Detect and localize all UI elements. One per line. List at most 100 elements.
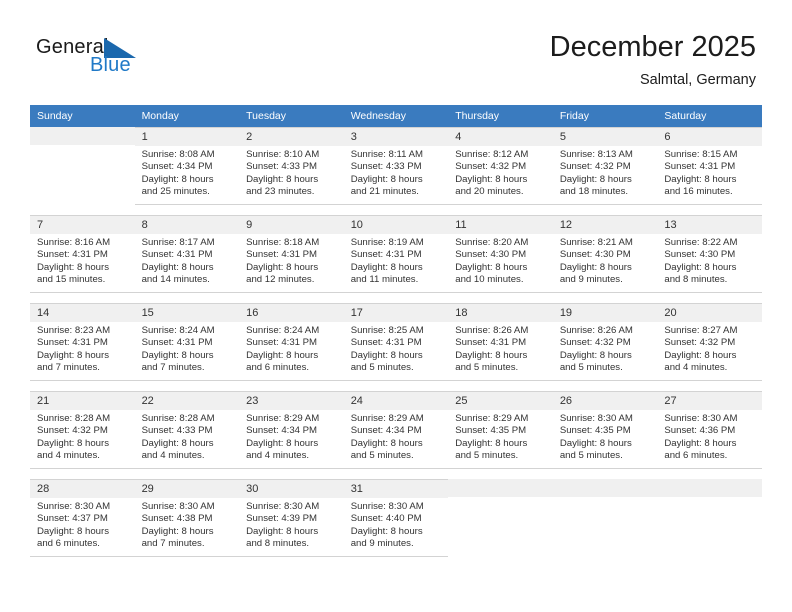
calendar-day-cell[interactable]: 16 Sunrise: 8:24 AM Sunset: 4:31 PM Dayligh… xyxy=(239,303,344,381)
calendar-empty-cell xyxy=(552,479,658,557)
calendar-day-cell[interactable]: 4 Sunrise: 8:12 AM Sunset: 4:32 PM Daylight… xyxy=(448,127,553,205)
calendar-day-cell[interactable]: 14 Sunrise: 8:23 AM Sunset: 4:31 PM Dayligh… xyxy=(30,303,135,381)
day-number: 15 xyxy=(134,304,240,322)
calendar-day-cell[interactable]: 5 Sunrise: 8:13 AM Sunset: 4:32 PM Daylight… xyxy=(552,127,658,205)
day-number: 9 xyxy=(239,216,344,234)
calendar-day-cell[interactable]: 19 Sunrise: 8:26 AM Sunset: 4:32 PM Dayligh… xyxy=(552,303,658,381)
day-details: Sunrise: 8:13 AM Sunset: 4:32 PM Daylight:… xyxy=(553,146,658,199)
day-number xyxy=(30,127,135,145)
day-number: 8 xyxy=(134,216,240,234)
sunset-text: Sunset: 4:33 PM xyxy=(141,425,213,437)
calendar-day-cell[interactable]: 29 Sunrise: 8:30 AM Sunset: 4:38 PM Dayligh… xyxy=(134,479,240,557)
sunrise-text: Sunrise: 8:10 AM xyxy=(246,149,320,160)
daylight-text: Daylight: 8 hours xyxy=(455,261,528,273)
sunset-text: Sunset: 4:31 PM xyxy=(246,249,318,261)
day-details: Sunrise: 8:30 AM Sunset: 4:39 PM Daylight:… xyxy=(239,498,344,551)
sunset-text: Sunset: 4:40 PM xyxy=(350,513,422,525)
calendar-day-cell[interactable]: 28 Sunrise: 8:30 AM Sunset: 4:37 PM Dayligh… xyxy=(30,479,135,557)
daylight-text-cont: and 5 minutes. xyxy=(455,362,519,374)
calendar-empty-cell xyxy=(448,479,553,557)
sunrise-text: Sunrise: 8:29 AM xyxy=(246,413,320,424)
sunrise-text: Sunrise: 8:15 AM xyxy=(664,149,738,160)
calendar-day-cell[interactable]: 17 Sunrise: 8:25 AM Sunset: 4:31 PM Dayligh… xyxy=(343,303,449,381)
sunset-text: Sunset: 4:30 PM xyxy=(664,249,736,261)
day-number: 31 xyxy=(343,480,449,498)
week-spacer-cell xyxy=(30,469,762,479)
sunrise-text: Sunrise: 8:28 AM xyxy=(141,413,215,424)
calendar-day-cell[interactable]: 13 Sunrise: 8:22 AM Sunset: 4:30 PM Dayligh… xyxy=(657,215,762,293)
week-spacer xyxy=(30,381,762,391)
calendar-day-cell[interactable]: 25 Sunrise: 8:29 AM Sunset: 4:35 PM Dayligh… xyxy=(448,391,553,469)
calendar-day-cell[interactable]: 26 Sunrise: 8:30 AM Sunset: 4:35 PM Dayligh… xyxy=(552,391,658,469)
sunrise-text: Sunrise: 8:24 AM xyxy=(141,325,215,336)
day-number: 25 xyxy=(448,392,553,410)
day-details: Sunrise: 8:30 AM Sunset: 4:35 PM Daylight:… xyxy=(553,410,658,463)
daylight-text: Daylight: 8 hours xyxy=(664,173,737,185)
calendar-week-row: 1 Sunrise: 8:08 AM Sunset: 4:34 PM Daylight… xyxy=(30,127,762,205)
day-number: 12 xyxy=(552,216,658,234)
day-details: Sunrise: 8:26 AM Sunset: 4:31 PM Daylight:… xyxy=(448,322,553,375)
calendar-empty-cell xyxy=(657,479,762,557)
day-number: 16 xyxy=(239,304,344,322)
weekday-header-monday: Monday xyxy=(134,105,240,127)
calendar-day-cell[interactable]: 24 Sunrise: 8:29 AM Sunset: 4:34 PM Dayligh… xyxy=(343,391,449,469)
week-spacer xyxy=(30,293,762,303)
calendar-day-cell[interactable]: 15 Sunrise: 8:24 AM Sunset: 4:31 PM Dayligh… xyxy=(134,303,240,381)
calendar-day-cell[interactable]: 21 Sunrise: 8:28 AM Sunset: 4:32 PM Dayligh… xyxy=(30,391,135,469)
calendar-day-cell[interactable]: 11 Sunrise: 8:20 AM Sunset: 4:30 PM Dayligh… xyxy=(448,215,553,293)
calendar-day-cell[interactable]: 1 Sunrise: 8:08 AM Sunset: 4:34 PM Daylight… xyxy=(134,127,240,205)
calendar-body: 1 Sunrise: 8:08 AM Sunset: 4:34 PM Daylight… xyxy=(30,127,762,557)
sunrise-text: Sunrise: 8:11 AM xyxy=(350,149,424,160)
daylight-text: Daylight: 8 hours xyxy=(246,349,319,361)
weekday-header-thursday: Thursday xyxy=(448,105,553,127)
sunrise-text: Sunrise: 8:30 AM xyxy=(559,413,633,424)
calendar-day-cell[interactable]: 10 Sunrise: 8:19 AM Sunset: 4:31 PM Dayligh… xyxy=(343,215,449,293)
day-details: Sunrise: 8:10 AM Sunset: 4:33 PM Daylight:… xyxy=(239,146,344,199)
day-details: Sunrise: 8:18 AM Sunset: 4:31 PM Daylight:… xyxy=(239,234,344,287)
daylight-text-cont: and 7 minutes. xyxy=(141,538,205,550)
calendar-day-cell[interactable]: 3 Sunrise: 8:11 AM Sunset: 4:33 PM Daylight… xyxy=(343,127,449,205)
sunset-text: Sunset: 4:30 PM xyxy=(455,249,527,261)
daylight-text: Daylight: 8 hours xyxy=(559,261,632,273)
day-details: Sunrise: 8:21 AM Sunset: 4:30 PM Daylight:… xyxy=(553,234,658,287)
sunset-text: Sunset: 4:33 PM xyxy=(350,161,422,173)
calendar-day-cell[interactable]: 23 Sunrise: 8:29 AM Sunset: 4:34 PM Dayligh… xyxy=(239,391,344,469)
daylight-text-cont: and 7 minutes. xyxy=(37,362,100,374)
page-header: General Blue December 2025 Salmtal, Germ… xyxy=(0,0,792,104)
calendar-week-row: 21 Sunrise: 8:28 AM Sunset: 4:32 PM Dayligh… xyxy=(30,391,762,469)
daylight-text-cont: and 4 minutes. xyxy=(37,450,100,462)
day-number: 19 xyxy=(552,304,658,322)
calendar-day-cell[interactable]: 2 Sunrise: 8:10 AM Sunset: 4:33 PM Daylight… xyxy=(239,127,344,205)
day-number: 11 xyxy=(448,216,553,234)
daylight-text: Daylight: 8 hours xyxy=(455,437,528,449)
calendar-day-cell[interactable]: 9 Sunrise: 8:18 AM Sunset: 4:31 PM Daylight… xyxy=(239,215,344,293)
day-details: Sunrise: 8:30 AM Sunset: 4:37 PM Daylight:… xyxy=(30,498,135,551)
calendar-day-cell[interactable]: 8 Sunrise: 8:17 AM Sunset: 4:31 PM Daylight… xyxy=(134,215,240,293)
calendar-day-cell[interactable]: 31 Sunrise: 8:30 AM Sunset: 4:40 PM Dayligh… xyxy=(343,479,449,557)
day-details: Sunrise: 8:12 AM Sunset: 4:32 PM Daylight:… xyxy=(448,146,553,199)
day-details: Sunrise: 8:25 AM Sunset: 4:31 PM Daylight:… xyxy=(344,322,449,375)
calendar-header-row: Sunday Monday Tuesday Wednesday Thursday Frid… xyxy=(30,105,762,127)
day-details: Sunrise: 8:29 AM Sunset: 4:35 PM Daylight:… xyxy=(448,410,553,463)
calendar-day-cell[interactable]: 30 Sunrise: 8:30 AM Sunset: 4:39 PM Dayligh… xyxy=(239,479,344,557)
sunset-text: Sunset: 4:32 PM xyxy=(455,161,527,173)
calendar-day-cell[interactable]: 20 Sunrise: 8:27 AM Sunset: 4:32 PM Dayligh… xyxy=(657,303,762,381)
day-number: 7 xyxy=(30,216,135,234)
sunrise-text: Sunrise: 8:12 AM xyxy=(455,149,529,160)
week-spacer-cell xyxy=(30,293,762,303)
weekday-header-tuesday: Tuesday xyxy=(239,105,344,127)
sunrise-text: Sunrise: 8:16 AM xyxy=(37,237,111,248)
sunrise-text: Sunrise: 8:27 AM xyxy=(664,325,738,336)
calendar-day-cell[interactable]: 27 Sunrise: 8:30 AM Sunset: 4:36 PM Dayligh… xyxy=(657,391,762,469)
calendar-week-row: 28 Sunrise: 8:30 AM Sunset: 4:37 PM Dayligh… xyxy=(30,479,762,557)
sunrise-text: Sunrise: 8:18 AM xyxy=(246,237,320,248)
calendar-day-cell[interactable]: 22 Sunrise: 8:28 AM Sunset: 4:33 PM Dayligh… xyxy=(134,391,240,469)
day-number: 3 xyxy=(343,128,449,146)
calendar-day-cell[interactable]: 7 Sunrise: 8:16 AM Sunset: 4:31 PM Daylight… xyxy=(30,215,135,293)
sunset-text: Sunset: 4:31 PM xyxy=(350,249,422,261)
calendar-day-cell[interactable]: 18 Sunrise: 8:26 AM Sunset: 4:31 PM Dayligh… xyxy=(448,303,553,381)
calendar-day-cell[interactable]: 6 Sunrise: 8:15 AM Sunset: 4:31 PM Daylight… xyxy=(657,127,762,205)
calendar-day-cell[interactable]: 12 Sunrise: 8:21 AM Sunset: 4:30 PM Dayligh… xyxy=(552,215,658,293)
daylight-text-cont: and 11 minutes. xyxy=(350,274,419,286)
general-blue-logo[interactable]: General Blue xyxy=(36,36,176,86)
